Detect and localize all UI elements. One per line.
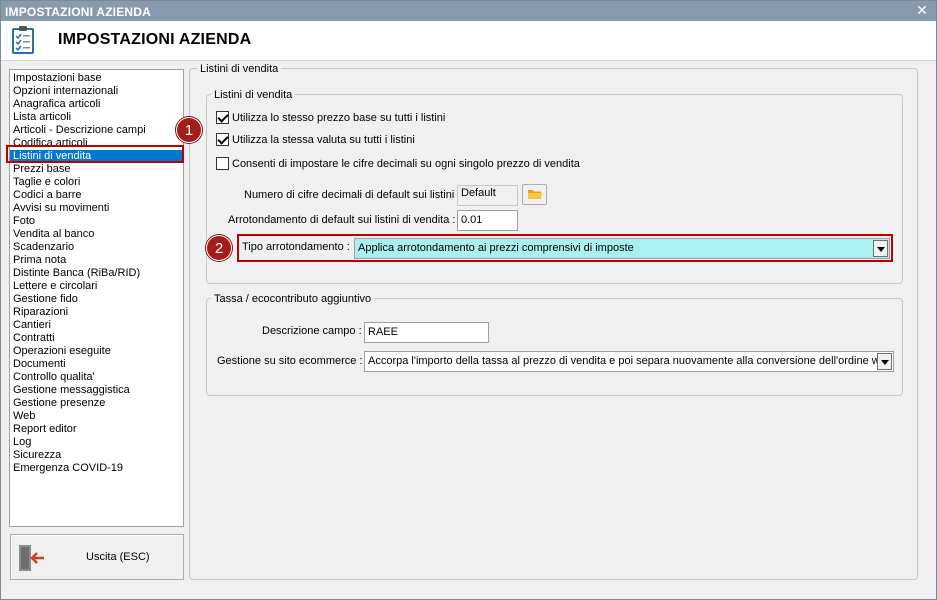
sidebar-item[interactable]: Opzioni internazionali <box>10 85 183 98</box>
clipboard-checklist-icon <box>12 26 34 54</box>
sidebar-item[interactable]: Taglie e colori <box>10 176 183 189</box>
sidebar-item[interactable]: Documenti <box>10 358 183 371</box>
sidebar-item[interactable]: Gestione fido <box>10 293 183 306</box>
annotation-badge-1: 1 <box>176 117 202 143</box>
ecommerce-value: Accorpa l'importo della tassa al prezzo … <box>368 355 892 367</box>
sidebar-item[interactable]: Gestione presenze <box>10 397 183 410</box>
checkbox-same-price-label: Utilizza lo stesso prezzo base su tutti … <box>232 111 446 124</box>
folder-icon <box>528 190 542 199</box>
sidebar-item[interactable]: Prima nota <box>10 254 183 267</box>
sidebar-item[interactable]: Sicurezza <box>10 449 183 462</box>
group-tax <box>206 298 903 396</box>
checkbox-same-price-box[interactable] <box>216 111 229 124</box>
sidebar-item[interactable]: Prezzi base <box>10 163 183 176</box>
sidebar-item[interactable]: Distinte Banca (RiBa/RID) <box>10 267 183 280</box>
group-listini-legend: Listini di vendita <box>211 89 296 101</box>
checkbox-same-currency-label: Utilizza la stessa valuta su tutti i lis… <box>232 133 415 146</box>
header: IMPOSTAZIONI AZIENDA <box>1 21 936 61</box>
exit-button[interactable]: Uscita (ESC) <box>10 534 184 580</box>
rounding-field[interactable]: 0.01 <box>457 210 518 231</box>
sidebar-item[interactable]: Codici a barre <box>10 189 183 202</box>
checkbox-decimals-per-price[interactable]: Consenti di impostare le cifre decimali … <box>216 157 580 170</box>
sidebar-item[interactable]: Log <box>10 436 183 449</box>
sidebar-item[interactable]: Vendita al banco <box>10 228 183 241</box>
sidebar-item[interactable]: Report editor <box>10 423 183 436</box>
checkbox-decimals-per-price-box[interactable] <box>216 157 229 170</box>
field-description-label: Descrizione campo : <box>262 325 362 337</box>
sidebar-item[interactable]: Gestione messaggistica <box>10 384 183 397</box>
field-description-input[interactable]: RAEE <box>364 322 489 343</box>
page-title: IMPOSTAZIONI AZIENDA <box>58 31 252 48</box>
settings-nav-list[interactable]: Impostazioni base Opzioni internazionali A… <box>9 69 184 527</box>
sidebar-item[interactable]: Foto <box>10 215 183 228</box>
chevron-down-icon[interactable] <box>877 353 892 370</box>
checkbox-same-currency-box[interactable] <box>216 133 229 146</box>
sidebar-item[interactable]: Avvisi su movimenti <box>10 202 183 215</box>
sidebar-item[interactable]: Controllo qualita' <box>10 371 183 384</box>
checkbox-same-price[interactable]: Utilizza lo stesso prezzo base su tutti … <box>216 111 445 124</box>
window-title: IMPOSTAZIONI AZIENDA <box>5 5 151 19</box>
checkbox-same-currency[interactable]: Utilizza la stessa valuta su tutti i lis… <box>216 133 415 146</box>
rounding-label: Arrotondamento di default sui listini di… <box>228 214 456 226</box>
ecommerce-select[interactable]: Accorpa l'importo della tassa al prezzo … <box>364 351 894 372</box>
content-panel-legend: Listini di vendita <box>197 63 282 75</box>
sidebar-item[interactable]: Cantieri <box>10 319 183 332</box>
folder-button[interactable] <box>522 184 547 205</box>
sidebar-item[interactable]: Web <box>10 410 183 423</box>
sidebar-item[interactable]: Lettere e circolari <box>10 280 183 293</box>
sidebar-item[interactable]: Contratti <box>10 332 183 345</box>
group-tax-legend: Tassa / ecocontributo aggiuntivo <box>211 293 375 305</box>
sidebar-item[interactable]: Articoli - Descrizione campi <box>10 124 183 137</box>
sidebar-item[interactable]: Emergenza COVID-19 <box>10 462 183 475</box>
exit-button-label: Uscita (ESC) <box>86 551 150 563</box>
sidebar-item[interactable]: Scadenzario <box>10 241 183 254</box>
highlight-rounding-type <box>237 234 893 262</box>
sidebar-item[interactable]: Operazioni eseguite <box>10 345 183 358</box>
highlight-nav-selected <box>6 145 184 163</box>
sidebar-item[interactable]: Anagrafica articoli <box>10 98 183 111</box>
sidebar-item[interactable]: Riparazioni <box>10 306 183 319</box>
ecommerce-label: Gestione su sito ecommerce : <box>217 355 363 367</box>
checkbox-decimals-per-price-label: Consenti di impostare le cifre decimali … <box>232 157 580 170</box>
close-icon[interactable]: ✕ <box>915 3 929 17</box>
sidebar-item[interactable]: Impostazioni base <box>10 72 183 85</box>
exit-door-icon <box>19 545 44 571</box>
decimals-field: Default <box>457 185 518 206</box>
sidebar-item[interactable]: Lista articoli <box>10 111 183 124</box>
annotation-badge-2: 2 <box>206 235 232 261</box>
title-bar: IMPOSTAZIONI AZIENDA ✕ <box>1 1 936 21</box>
decimals-label: Numero di cifre decimali di default sui … <box>244 189 461 201</box>
